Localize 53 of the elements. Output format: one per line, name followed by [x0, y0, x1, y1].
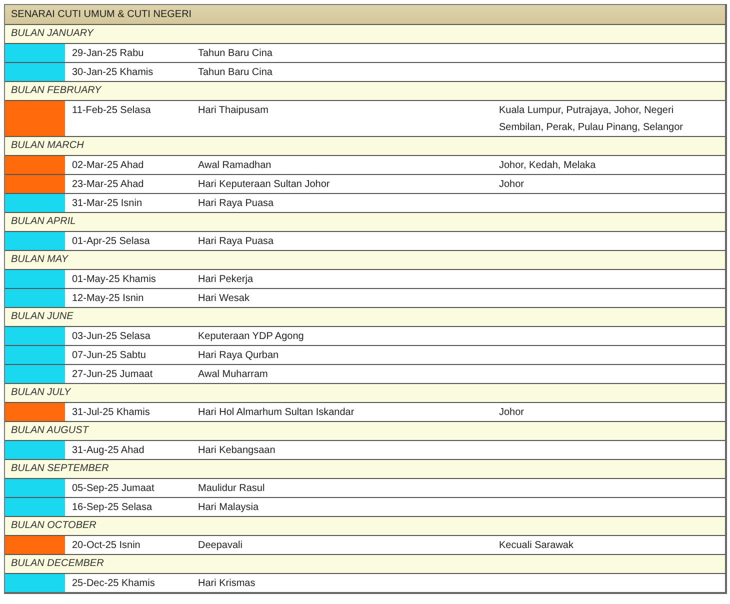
holiday-date: 11-Feb-25 Selasa	[71, 104, 152, 118]
month-heading: BULAN MARCH	[5, 136, 725, 155]
holiday-date: 12-May-25 Isnin	[71, 292, 145, 306]
holiday-name: Hari Krismas	[197, 577, 256, 591]
holiday-states: Johor, Kedah, Melaka	[498, 159, 597, 173]
holiday-date: 27-Jun-25 Jumaat	[71, 368, 154, 382]
holiday-date: 03-Jun-25 Selasa	[71, 330, 152, 344]
month-heading: BULAN AUGUST	[5, 421, 725, 440]
month-heading: BULAN JULY	[5, 383, 725, 402]
holiday-states: Kecuali Sarawak	[498, 539, 574, 553]
holiday-name: Hari Raya Qurban	[197, 349, 280, 363]
month-heading: BULAN JANUARY	[5, 24, 725, 43]
holiday-date: 30-Jan-25 Khamis	[71, 66, 154, 80]
holiday-name: Hari Wesak	[197, 292, 250, 306]
month-heading: BULAN JUNE	[5, 307, 725, 326]
holiday-name: Hari Pekerja	[197, 273, 254, 287]
holiday-name: Tahun Baru Cina	[197, 47, 274, 61]
holiday-name: Hari Hol Almarhum Sultan Iskandar	[197, 406, 356, 420]
month-heading: BULAN OCTOBER	[5, 516, 725, 535]
holiday-states: Johor	[498, 406, 526, 420]
holiday-date: 31-Aug-25 Ahad	[71, 444, 146, 458]
table-title: SENARAI CUTI UMUM & CUTI NEGERI	[5, 5, 725, 24]
month-heading: BULAN DECEMBER	[5, 554, 725, 573]
holiday-name: Hari Malaysia	[197, 501, 260, 515]
holiday-name: Hari Keputeraan Sultan Johor	[197, 178, 331, 192]
holiday-date: 23-Mar-25 Ahad	[71, 178, 145, 192]
holiday-date: 29-Jan-25 Rabu	[71, 47, 145, 61]
holiday-date: 31-Mar-25 Isnin	[71, 197, 144, 211]
holiday-date: 25-Dec-25 Khamis	[71, 577, 156, 591]
holiday-name: Awal Ramadhan	[197, 159, 272, 173]
month-heading: BULAN MAY	[5, 250, 725, 269]
holiday-date: 20-Oct-25 Isnin	[71, 539, 142, 553]
holiday-name: Hari Raya Puasa	[197, 235, 275, 249]
holiday-name: Deepavali	[197, 539, 244, 553]
month-heading: BULAN FEBRUARY	[5, 81, 725, 100]
holiday-name: Hari Kebangsaan	[197, 444, 276, 458]
holiday-states: Kuala Lumpur, Putrajaya, Johor, Negeri Sembilan, Perak, Pulau Pinang, Selangor	[498, 104, 684, 135]
holiday-name: Tahun Baru Cina	[197, 66, 274, 80]
holiday-date: 02-Mar-25 Ahad	[71, 159, 145, 173]
holiday-name: Keputeraan YDP Agong	[197, 330, 305, 344]
holiday-name: Awal Muharram	[197, 368, 269, 382]
holiday-date: 31-Jul-25 Khamis	[71, 406, 151, 420]
holiday-date: 05-Sep-25 Jumaat	[71, 482, 156, 496]
month-heading: BULAN SEPTEMBER	[5, 459, 725, 478]
holiday-date: 07-Jun-25 Sabtu	[71, 349, 147, 363]
holiday-date: 01-Apr-25 Selasa	[71, 235, 151, 249]
holiday-date: 16-Sep-25 Selasa	[71, 501, 154, 515]
month-heading: BULAN APRIL	[5, 212, 725, 231]
holiday-name: Hari Thaipusam	[197, 104, 270, 118]
holiday-date: 01-May-25 Khamis	[71, 273, 157, 287]
holiday-name: Maulidur Rasul	[197, 482, 266, 496]
holiday-name: Hari Raya Puasa	[197, 197, 275, 211]
holiday-states: Johor	[498, 178, 526, 192]
